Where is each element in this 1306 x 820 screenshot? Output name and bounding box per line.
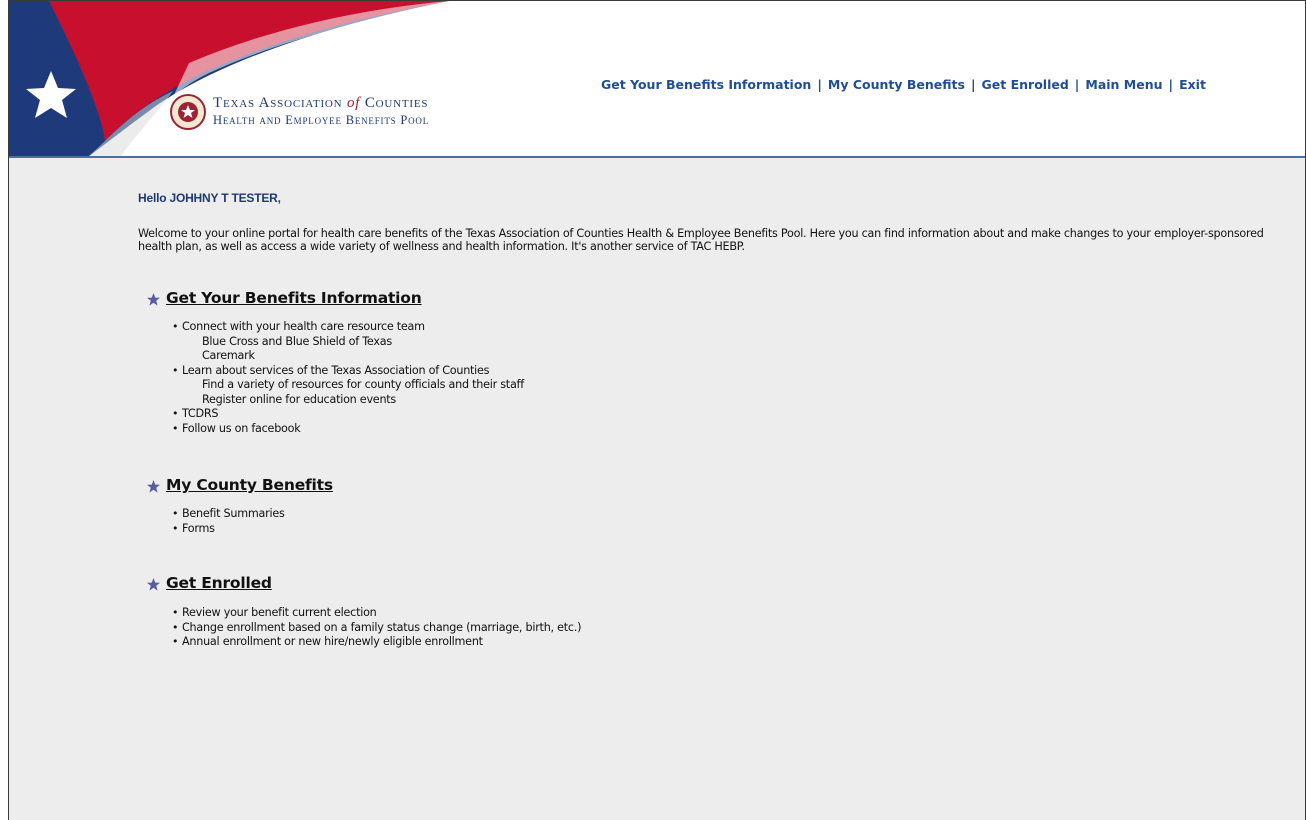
list-item: Benefit Summaries: [172, 507, 1298, 522]
texas-flag-banner: [9, 1, 469, 156]
section-heading-benefits-information: Get Your Benefits Information: [138, 289, 1298, 313]
list-item: Annual enrollment or new hire/newly elig…: [172, 635, 1298, 650]
nav-main-menu[interactable]: Main Menu: [1085, 77, 1162, 92]
county-seal-icon: [170, 94, 206, 130]
nav-separator: |: [1168, 77, 1174, 92]
review-election-link[interactable]: Review your benefit current election: [182, 606, 377, 619]
county-benefits-list: Benefit Summaries Forms: [138, 507, 1298, 536]
nav-get-enrolled[interactable]: Get Enrolled: [982, 77, 1069, 92]
welcome-text: Welcome to your online portal for health…: [138, 227, 1264, 253]
list-item: Find a variety of resources for county o…: [182, 378, 1298, 393]
change-enrollment-link[interactable]: Change enrollment based on a family stat…: [182, 621, 582, 634]
list-item: Register online for education events: [182, 393, 1298, 408]
list-item: Change enrollment based on a family stat…: [172, 621, 1298, 636]
forms-link[interactable]: Forms: [182, 522, 215, 535]
list-item: TCDRS: [172, 407, 1298, 422]
facebook-link[interactable]: Follow us on facebook: [182, 422, 301, 435]
page-frame: Texas Association of Counties Health and…: [8, 0, 1306, 820]
greeting: Hello JOHHNY T TESTER,: [138, 191, 281, 205]
list-item: Forms: [172, 522, 1298, 537]
list-item: Caremark: [182, 349, 1298, 364]
section-heading-county-benefits: My County Benefits: [138, 476, 1298, 500]
bcbstx-link[interactable]: Blue Cross and Blue Shield of Texas: [202, 335, 392, 348]
benefits-information-list: Connect with your health care resource t…: [138, 320, 1298, 436]
nav-exit[interactable]: Exit: [1179, 77, 1206, 92]
star-icon: [147, 293, 160, 306]
caremark-link[interactable]: Caremark: [202, 349, 255, 362]
benefit-summaries-link[interactable]: Benefit Summaries: [182, 507, 285, 520]
section-link-my-county-benefits[interactable]: My County Benefits: [166, 476, 333, 494]
main-content: Hello JOHHNY T TESTER, Welcome to your o…: [138, 191, 1298, 650]
education-events-link[interactable]: Register online for education events: [202, 393, 396, 406]
nav-separator: |: [817, 77, 822, 92]
tcdrs-link[interactable]: TCDRS: [182, 407, 218, 420]
list-item: Review your benefit current election: [172, 606, 1298, 621]
nav-separator: |: [1074, 77, 1080, 92]
nav-get-your-benefits-information[interactable]: Get Your Benefits Information: [601, 77, 811, 92]
section-link-get-enrolled[interactable]: Get Enrolled: [166, 574, 272, 592]
section-heading-get-enrolled: Get Enrolled: [138, 574, 1298, 598]
star-icon: [147, 578, 160, 591]
list-item: Follow us on facebook: [172, 422, 1298, 437]
star-icon: [147, 480, 160, 493]
site-header: Texas Association of Counties Health and…: [9, 1, 1305, 158]
logo-wordmark: Texas Association of Counties Health and…: [213, 95, 430, 127]
list-item: Connect with your health care resource t…: [172, 320, 1298, 335]
nav-separator: |: [970, 77, 976, 92]
list-item: Blue Cross and Blue Shield of Texas: [182, 335, 1298, 350]
nav-my-county-benefits[interactable]: My County Benefits: [828, 77, 965, 92]
section-link-get-your-benefits-information[interactable]: Get Your Benefits Information: [166, 289, 422, 307]
annual-enrollment-link[interactable]: Annual enrollment or new hire/newly elig…: [182, 635, 483, 648]
list-item: Learn about services of the Texas Associ…: [172, 364, 1298, 379]
get-enrolled-list: Review your benefit current election Cha…: [138, 606, 1298, 650]
county-resources-link[interactable]: Find a variety of resources for county o…: [202, 378, 524, 391]
top-navigation: Get Your Benefits Information | My County …: [601, 77, 1206, 92]
